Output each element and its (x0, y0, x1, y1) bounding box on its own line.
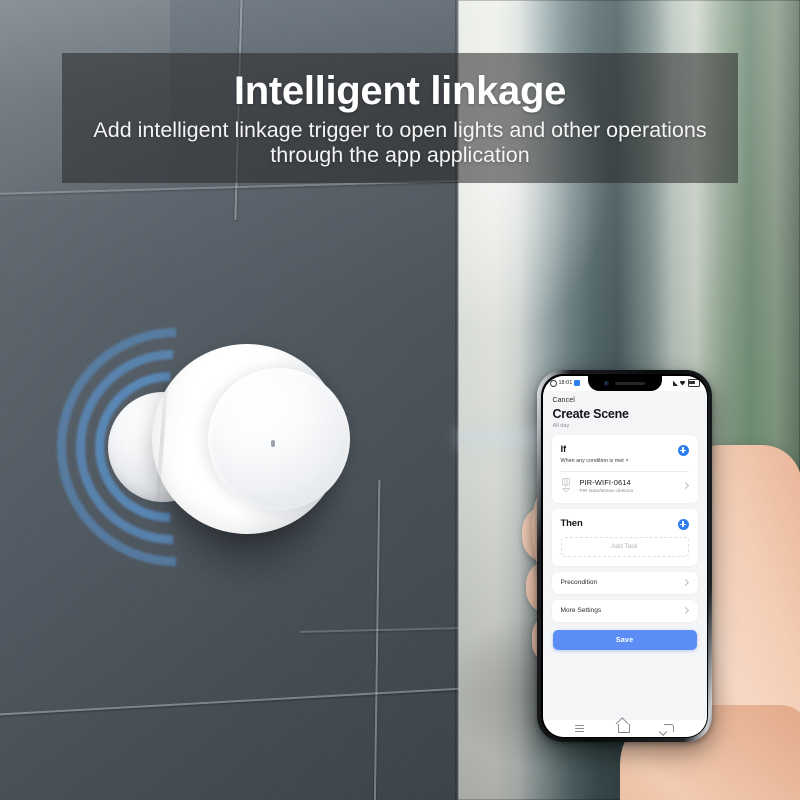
recents-icon[interactable] (575, 724, 585, 732)
status-bar: 18:01 (542, 375, 707, 391)
precondition-label: Precondition (560, 579, 598, 587)
chevron-right-icon (681, 579, 689, 587)
phone-screen: 18:01 Cancel Create Scene All day If Whe… (542, 375, 707, 737)
then-card-header-text: Then (561, 518, 583, 529)
smartphone-device: 18:01 Cancel Create Scene All day If Whe… (537, 370, 712, 742)
chevron-right-icon (681, 607, 689, 615)
motion-sensor-icon (561, 478, 570, 493)
status-bar-right (672, 379, 701, 387)
if-card-header: If When any condition is met ▾ (552, 435, 698, 471)
more-settings-label: More Settings (560, 607, 602, 615)
home-icon[interactable] (617, 723, 630, 733)
if-condition-mode-label: When any condition is met (560, 457, 624, 464)
sensor-lens-cap (208, 368, 350, 510)
condition-device-name: PIR-WIFI-0614 (579, 478, 631, 488)
phone-notch (587, 375, 662, 391)
android-navigation-bar (542, 719, 707, 737)
if-card-title: If (560, 443, 567, 455)
precondition-row[interactable]: Precondition (551, 571, 698, 594)
condition-device-row[interactable]: PIR-WIFI-0614 PIR state/Motion detector (552, 471, 698, 503)
then-card-header: Then (552, 509, 698, 537)
if-condition-card: If When any condition is met ▾ PIR-WIFI-… (551, 434, 698, 503)
headline-overlay: Intelligent linkage Add intelligent link… (62, 53, 738, 183)
condition-device-texts: PIR-WIFI-0614 PIR state/Motion detector (580, 478, 677, 494)
battery-icon (687, 379, 701, 387)
wifi-icon (679, 380, 686, 386)
then-card-title: Then (560, 517, 583, 529)
condition-device-description: PIR state/Motion detector (579, 488, 634, 494)
add-task-placeholder[interactable]: Add Task (560, 536, 689, 557)
app-badge-icon (574, 380, 581, 386)
headline-subtitle: Add intelligent linkage trigger to open … (93, 117, 707, 167)
if-condition-mode-selector[interactable]: When any condition is met ▾ (561, 458, 629, 464)
sensor-led-indicator (271, 440, 275, 447)
chevron-down-icon: ▾ (625, 457, 629, 464)
create-scene-screen: Cancel Create Scene All day If When any … (542, 390, 707, 720)
alarm-icon (549, 379, 557, 387)
product-marketing-image: 18:01 Cancel Create Scene All day If Whe… (0, 0, 800, 800)
chevron-right-icon (681, 482, 689, 490)
status-bar-time: 18:01 (558, 380, 573, 386)
earpiece-speaker (615, 381, 645, 385)
more-settings-row[interactable]: More Settings (551, 599, 698, 622)
save-button[interactable]: Save (552, 629, 697, 650)
pir-motion-sensor-product (7, 278, 350, 616)
headline-title: Intelligent linkage (233, 68, 567, 113)
add-task-button[interactable] (677, 518, 689, 530)
then-action-card: Then Add Task (551, 508, 698, 566)
page-subtitle: All day (552, 422, 570, 429)
front-camera-icon (604, 380, 609, 386)
phone-bezel: 18:01 Cancel Create Scene All day If Whe… (541, 374, 708, 738)
back-icon[interactable] (663, 724, 674, 732)
page-title: Create Scene (552, 406, 629, 421)
add-condition-button[interactable] (677, 444, 689, 456)
if-card-header-text: If When any condition is met ▾ (561, 444, 629, 464)
signal-icon (672, 380, 678, 386)
status-bar-left: 18:01 (549, 379, 581, 387)
cancel-button[interactable]: Cancel (553, 397, 698, 404)
